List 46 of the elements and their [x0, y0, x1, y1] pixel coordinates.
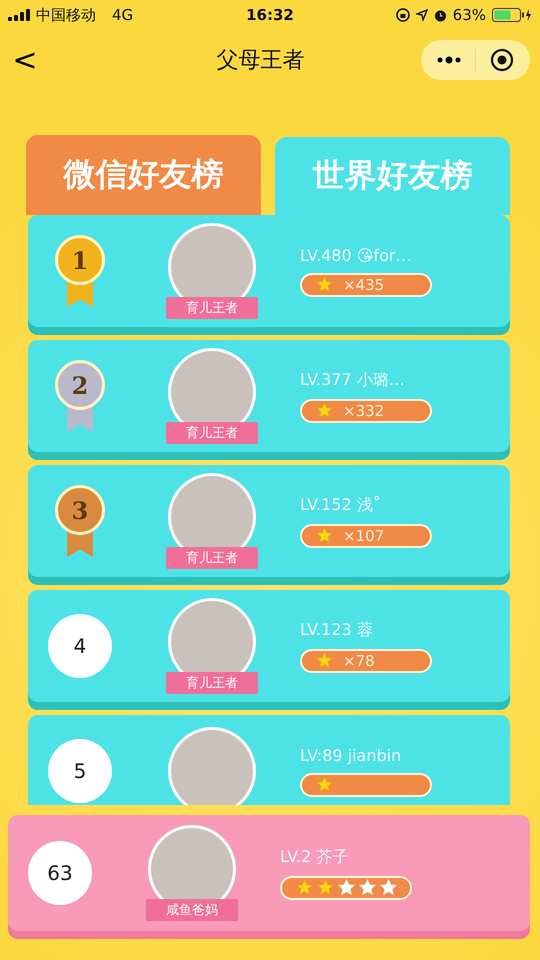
empty-star-icon — [338, 879, 355, 896]
back-button[interactable]: < — [10, 42, 40, 78]
title-ribbon: 咸鱼爸妈 — [146, 899, 238, 921]
title-ribbon: 育儿王者 — [166, 547, 258, 569]
star-icon — [316, 402, 333, 419]
title-ribbon: 育儿王者 — [166, 297, 258, 319]
player-name: LV:89 jianbin — [300, 746, 402, 764]
leaderboard-tab[interactable]: 微信好友榜 — [26, 135, 261, 215]
battery-percent: 63% — [452, 6, 486, 24]
rank-number: 63 — [28, 841, 92, 905]
carrier-name: 中国移动 — [36, 6, 96, 24]
title-ribbon: 育儿王者 — [166, 672, 258, 694]
location-arrow-icon — [416, 9, 428, 21]
star-icon — [316, 776, 333, 793]
signal-icon — [8, 9, 30, 21]
empty-star-icon — [380, 879, 397, 896]
player-name: LV.377 小璐… — [300, 370, 406, 390]
medal-number: 3 — [55, 485, 105, 535]
rank-number: 4 — [48, 614, 112, 678]
medal-number: 1 — [55, 235, 105, 285]
rank-number: 5 — [48, 739, 112, 803]
close-target-icon[interactable] — [490, 48, 514, 72]
star-icon — [316, 276, 333, 293]
title-ribbon: 育儿王者 — [166, 422, 258, 444]
filled-star-icon — [317, 879, 334, 896]
network-type: 4G — [112, 6, 134, 24]
star-icon — [316, 527, 333, 544]
rotation-lock-icon — [396, 8, 410, 22]
alarm-clock-icon — [434, 8, 447, 22]
more-icon[interactable] — [437, 56, 461, 64]
player-name: LV.480 😘for… — [300, 246, 412, 264]
star-count: ×78 — [343, 652, 375, 670]
star-count: ×107 — [343, 526, 384, 544]
star-count: ×332 — [343, 402, 384, 420]
player-name: LV.152 浅˚ — [300, 494, 382, 516]
player-name: LV.2 芥子 — [280, 846, 350, 868]
star-count: ×435 — [343, 276, 384, 294]
star-icon — [316, 652, 333, 669]
empty-star-icon — [359, 879, 376, 896]
player-name: LV.123 蓉 — [300, 620, 374, 640]
leaderboard-tab[interactable]: 世界好友榜 — [275, 137, 510, 215]
clock-time: 16:32 — [246, 6, 294, 24]
filled-star-icon — [296, 879, 313, 896]
page-title: 父母王者 — [216, 47, 304, 75]
battery-charging-icon — [492, 8, 532, 22]
medal-number: 2 — [55, 360, 105, 410]
